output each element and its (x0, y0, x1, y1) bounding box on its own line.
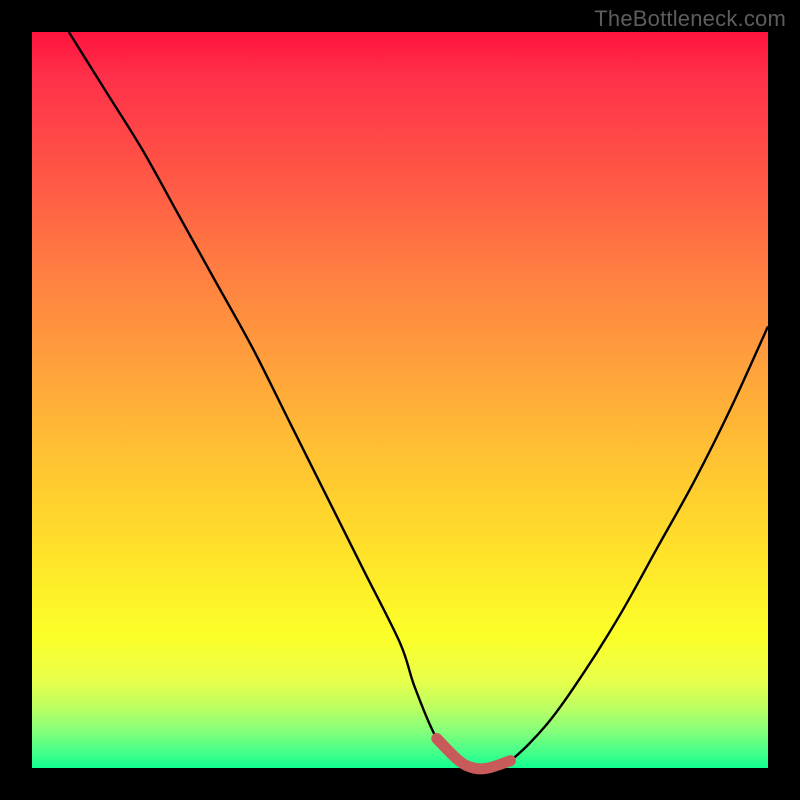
curve-path (69, 32, 768, 769)
bottleneck-curve-svg (32, 32, 768, 768)
watermark-text: TheBottleneck.com (594, 6, 786, 32)
gradient-plot-area (32, 32, 768, 768)
highlight-segment (437, 739, 511, 769)
chart-frame: TheBottleneck.com (0, 0, 800, 800)
